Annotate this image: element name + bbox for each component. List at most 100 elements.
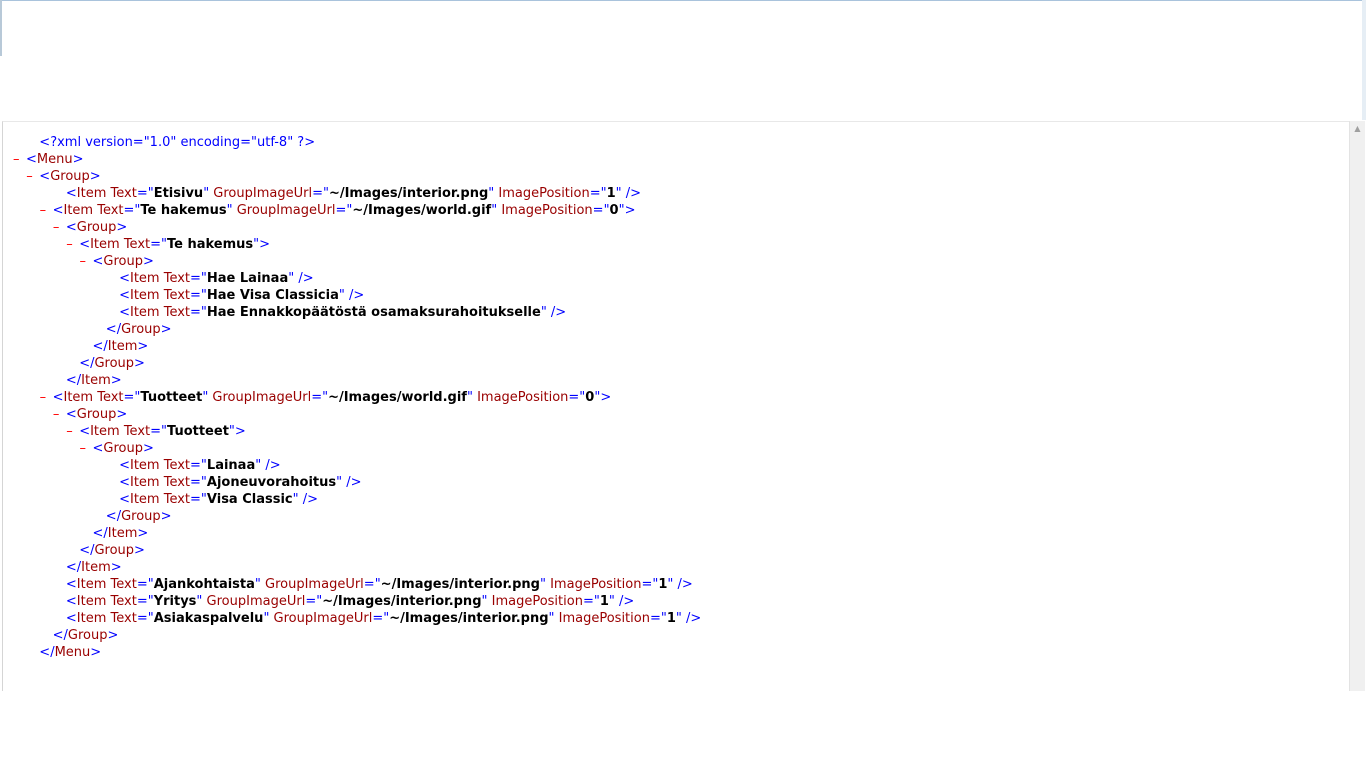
tag-name: Item (90, 424, 120, 439)
xml-line: </Group> (13, 321, 701, 338)
attribute-name: Text (159, 271, 191, 286)
xml-line: <Item Text="Lainaa" /> (13, 457, 701, 474)
attribute-value: Hae Lainaa (206, 271, 289, 286)
tag-name: Menu (54, 645, 91, 660)
attribute-name: Text (119, 237, 151, 252)
tag-bracket: > (116, 220, 128, 235)
attribute-value: 1 (606, 186, 616, 201)
collapse-toggle-icon[interactable]: – (13, 151, 26, 168)
tag-name: Menu (36, 152, 73, 167)
xml-line: <Item Text="Ajoneuvorahoitus" /> (13, 474, 701, 491)
tag-bracket: > (137, 526, 149, 541)
attribute-value: ~/Images/world.gif (352, 203, 492, 218)
xml-line: </Item> (13, 559, 701, 576)
attribute-equals: =" (649, 611, 667, 626)
attribute-equals: =" (150, 237, 167, 252)
tag-bracket: < (65, 611, 77, 626)
attribute-equals: =" (190, 492, 207, 507)
collapse-toggle-icon[interactable]: – (66, 236, 79, 253)
xml-line: <Item Text="Hae Visa Classicia" /> (13, 287, 701, 304)
attribute-value: ~/Images/interior.png (322, 594, 482, 609)
tag-bracket: /> (614, 594, 635, 609)
tag-bracket: > (160, 322, 172, 337)
tag-bracket: </ (79, 356, 95, 371)
bottom-blank-area (0, 691, 1366, 768)
tag-bracket: </ (65, 560, 82, 575)
tag-bracket: </ (92, 339, 108, 354)
attribute-value: Tuotteet (167, 424, 229, 439)
xml-line: </Group> (13, 542, 701, 559)
collapse-toggle-icon[interactable]: – (53, 219, 66, 236)
attribute-value: Visa Classic (206, 492, 293, 507)
attribute-value: Lainaa (206, 458, 256, 473)
attribute-value: Ajankohtaista (153, 577, 255, 592)
tag-bracket: < (119, 288, 130, 303)
tag-bracket: > (116, 407, 128, 422)
tag-bracket: > (160, 509, 172, 524)
tag-bracket: > (142, 254, 154, 269)
xml-line: <Item Text="Ajankohtaista" GroupImageUrl… (13, 576, 701, 593)
xml-line: <Item Text="Hae Ennakkopäätöstä osamaksu… (13, 304, 701, 321)
collapse-toggle-icon[interactable]: – (26, 168, 39, 185)
xml-line: <Item Text="Hae Lainaa" /> (13, 270, 701, 287)
tag-bracket: /> (342, 475, 362, 490)
xml-line: – <Item Text="Te hakemus"> (13, 236, 701, 253)
attribute-value: Asiakaspalvelu (153, 611, 264, 626)
attribute-equals: =" (123, 203, 141, 218)
tag-bracket: < (119, 458, 130, 473)
collapse-toggle-icon[interactable]: – (40, 389, 53, 406)
attribute-equals: =" (312, 186, 329, 201)
tag-bracket: > (134, 543, 145, 558)
tag-bracket: </ (52, 628, 68, 643)
xml-line: – <Group> (13, 253, 701, 270)
attribute-value: Yritys (153, 594, 197, 609)
tag-bracket: </ (105, 322, 122, 337)
tag-bracket: > (234, 424, 246, 439)
tag-bracket: < (65, 186, 77, 201)
scroll-up-arrow-icon[interactable]: ▲ (1350, 121, 1365, 136)
tag-name: Item (130, 458, 160, 473)
tag-bracket: </ (65, 373, 82, 388)
attribute-name: ImagePosition (545, 577, 642, 592)
tag-bracket: /> (681, 611, 702, 626)
tag-bracket: < (119, 271, 130, 286)
attribute-name: Text (106, 611, 137, 626)
tag-bracket: > (72, 152, 84, 167)
tag-name: Item (130, 271, 160, 286)
collapse-toggle-icon[interactable]: – (40, 202, 53, 219)
attribute-name: Text (159, 492, 191, 507)
attribute-equals: =" (363, 577, 381, 592)
tag-bracket: > (90, 645, 102, 660)
tag-bracket: < (65, 407, 77, 422)
tag-bracket: < (65, 594, 77, 609)
tag-bracket: /> (546, 305, 567, 320)
tag-name: Group (121, 509, 161, 524)
tag-bracket: < (79, 237, 91, 252)
vertical-scrollbar[interactable]: ▲ (1349, 121, 1365, 691)
xml-line: </Item> (13, 372, 701, 389)
attribute-name: GroupImageUrl (208, 390, 312, 405)
attribute-equals: =" (123, 390, 141, 405)
tag-bracket: /> (298, 492, 319, 507)
tag-name: Group (76, 220, 117, 235)
collapse-toggle-icon[interactable]: – (66, 423, 79, 440)
tag-bracket: > (89, 169, 101, 184)
collapse-toggle-icon[interactable]: – (80, 440, 93, 457)
collapse-toggle-icon[interactable]: – (53, 406, 66, 423)
tag-bracket: < (65, 220, 77, 235)
attribute-value: ~/Images/interior.png (389, 611, 549, 626)
attribute-value: ~/Images/interior.png (380, 577, 540, 592)
xml-line: – <Group> (13, 168, 701, 185)
attribute-equals: =" (190, 288, 207, 303)
attribute-equals: =" (641, 577, 659, 592)
window-top-edge (0, 0, 1366, 1)
tag-name: Item (90, 237, 120, 252)
collapse-toggle-icon[interactable]: – (80, 253, 93, 270)
tag-bracket: > (134, 356, 145, 371)
tag-bracket: > (142, 441, 154, 456)
xml-line: – <Item Text="Tuotteet" GroupImageUrl="~/… (13, 389, 701, 406)
tag-bracket: /> (673, 577, 693, 592)
xml-document-area: <?xml version="1.0" encoding="utf-8" ?> –… (2, 121, 1349, 691)
tag-name: Item (63, 203, 94, 218)
attribute-equals: =" (136, 611, 154, 626)
